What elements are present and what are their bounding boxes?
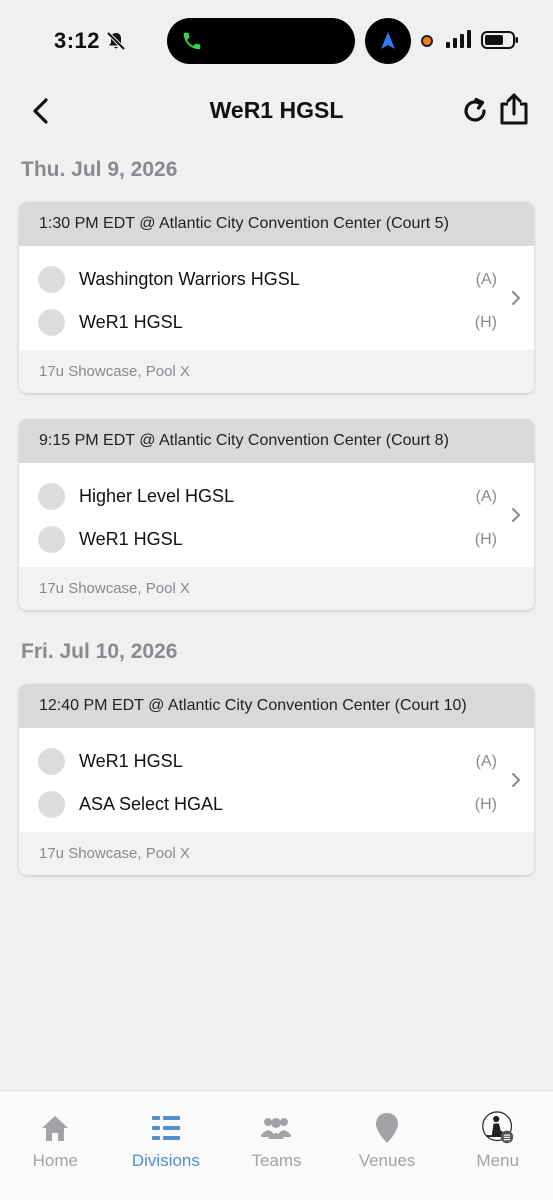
game-card[interactable]: 1:30 PM EDT @ Atlantic City Convention C… bbox=[19, 202, 534, 393]
tab-divisions[interactable]: Divisions bbox=[111, 1091, 222, 1200]
game-card[interactable]: 9:15 PM EDT @ Atlantic City Convention C… bbox=[19, 419, 534, 610]
game-teams: Washington Warriors HGSL (A) WeR1 HGSL (… bbox=[19, 246, 534, 350]
tab-label: Venues bbox=[358, 1151, 416, 1170]
game-time-venue: 1:30 PM EDT @ Atlantic City Convention C… bbox=[19, 202, 534, 246]
home-icon bbox=[38, 1111, 72, 1145]
team-name: WeR1 HGSL bbox=[79, 529, 183, 549]
tab-label: Divisions bbox=[131, 1151, 200, 1170]
team-name: WeR1 HGSL bbox=[79, 312, 183, 332]
team-logo-placeholder bbox=[38, 309, 65, 336]
share-icon[interactable] bbox=[498, 92, 530, 126]
tab-home[interactable]: Home bbox=[0, 1091, 111, 1200]
game-time-venue: 12:40 PM EDT @ Atlantic City Convention … bbox=[19, 684, 534, 728]
privacy-indicator-dot bbox=[421, 35, 433, 47]
chevron-right-icon bbox=[512, 773, 520, 787]
game-time-venue: 9:15 PM EDT @ Atlantic City Convention C… bbox=[19, 419, 534, 463]
refresh-icon[interactable] bbox=[460, 96, 490, 126]
teams-icon bbox=[259, 1111, 293, 1145]
cellular-signal-icon bbox=[446, 30, 471, 48]
menu-avatar-icon bbox=[481, 1111, 515, 1145]
team-row: WeR1 HGSL (A) bbox=[19, 740, 534, 783]
phone-call-icon bbox=[183, 32, 201, 50]
team-row: WeR1 HGSL (H) bbox=[19, 301, 534, 344]
navigation-indicator[interactable] bbox=[365, 18, 411, 64]
dynamic-island[interactable] bbox=[167, 18, 355, 64]
tab-menu[interactable]: Menu bbox=[442, 1091, 553, 1200]
team-side: (H) bbox=[474, 795, 497, 813]
team-logo-placeholder bbox=[38, 791, 65, 818]
team-row: WeR1 HGSL (H) bbox=[19, 518, 534, 561]
status-time: 3:12 bbox=[54, 28, 101, 53]
team-row: Higher Level HGSL (A) bbox=[19, 475, 534, 518]
game-division: 17u Showcase, Pool X bbox=[19, 567, 534, 610]
chevron-right-icon bbox=[512, 508, 520, 522]
team-name: WeR1 HGSL bbox=[79, 751, 183, 771]
game-teams: WeR1 HGSL (A) ASA Select HGAL (H) bbox=[19, 728, 534, 832]
date-header: Thu. Jul 9, 2026 bbox=[21, 158, 178, 181]
team-row: Washington Warriors HGSL (A) bbox=[19, 258, 534, 301]
team-logo-placeholder bbox=[38, 266, 65, 293]
game-division: 17u Showcase, Pool X bbox=[19, 832, 534, 875]
tab-label: Teams bbox=[251, 1151, 302, 1170]
tab-venues[interactable]: Venues bbox=[332, 1091, 443, 1200]
battery-icon bbox=[481, 31, 518, 49]
schedule-list: Thu. Jul 9, 2026 1:30 PM EDT @ Atlantic … bbox=[0, 150, 553, 875]
team-logo-placeholder bbox=[38, 483, 65, 510]
team-side: (A) bbox=[475, 487, 497, 505]
tab-label: Menu bbox=[476, 1151, 519, 1170]
divisions-icon bbox=[149, 1111, 183, 1145]
team-logo-placeholder bbox=[38, 526, 65, 553]
team-name: ASA Select HGAL bbox=[79, 794, 224, 814]
team-side: (H) bbox=[474, 313, 497, 331]
team-name: Higher Level HGSL bbox=[79, 486, 235, 506]
status-bar: 3:12 bbox=[0, 0, 553, 84]
team-row: ASA Select HGAL (H) bbox=[19, 783, 534, 826]
bell-slash-icon bbox=[106, 31, 126, 51]
tab-bar: Home Divisions Teams Venues Menu bbox=[0, 1090, 553, 1200]
team-logo-placeholder bbox=[38, 748, 65, 775]
game-teams: Higher Level HGSL (A) WeR1 HGSL (H) bbox=[19, 463, 534, 567]
team-side: (A) bbox=[475, 752, 497, 770]
venue-pin-icon bbox=[370, 1111, 404, 1145]
tab-teams[interactable]: Teams bbox=[221, 1091, 332, 1200]
tab-label: Home bbox=[32, 1151, 78, 1170]
date-header: Fri. Jul 10, 2026 bbox=[21, 640, 178, 663]
game-card[interactable]: 12:40 PM EDT @ Atlantic City Convention … bbox=[19, 684, 534, 875]
nav-header: WeR1 HGSL bbox=[0, 84, 553, 140]
team-side: (A) bbox=[475, 270, 497, 288]
status-time-group: 3:12 bbox=[54, 28, 126, 54]
team-name: Washington Warriors HGSL bbox=[79, 269, 300, 289]
game-division: 17u Showcase, Pool X bbox=[19, 350, 534, 393]
chevron-right-icon bbox=[512, 291, 520, 305]
location-arrow-icon bbox=[381, 32, 395, 49]
team-side: (H) bbox=[474, 530, 497, 548]
